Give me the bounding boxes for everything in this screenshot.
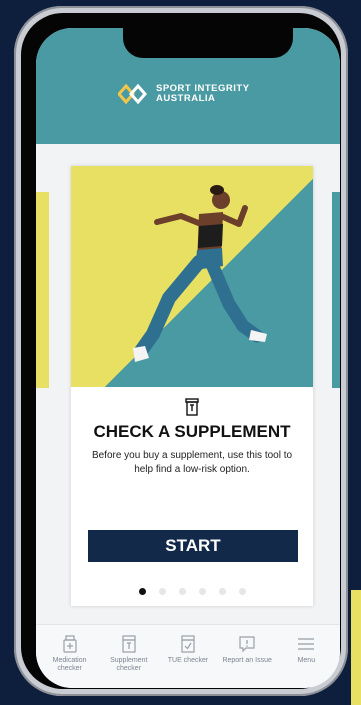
card-description: Before you buy a supplement, use this to… [91,450,293,475]
nav-label: TUE checker [167,657,209,664]
logo-line-2: AUSTRALIA [156,93,216,104]
start-button[interactable]: START [88,530,298,562]
phone-notch [123,28,293,58]
nav-label: Medication checker [52,657,87,672]
supplement-icon [122,635,136,653]
logo-mark-icon [118,84,147,104]
app-screen: SPORT INTEGRITY AUSTRALIA CHECK A SUPPLE… [36,28,340,688]
card-title: CHECK A SUPPLEMENT [93,422,291,441]
athlete-hero-image [71,166,313,387]
tue-checkbox-icon [181,635,195,653]
pagination-dot[interactable] [178,588,186,595]
phone-frame: SPORT INTEGRITY AUSTRALIA CHECK A SUPPLE… [14,6,348,696]
phone-bezel: SPORT INTEGRITY AUSTRALIA CHECK A SUPPLE… [21,13,341,689]
medication-icon [62,635,77,653]
nav-report-issue[interactable]: Report an Issue [219,625,275,688]
hamburger-menu-icon [298,638,315,650]
pagination-dot[interactable] [198,588,206,595]
pagination-dot[interactable] [138,588,146,595]
previous-card-peek[interactable] [36,192,49,388]
supplement-jar-icon [185,398,199,416]
bottom-navigation: Medication checker Supplement checker TU… [36,624,340,688]
pagination-dot[interactable] [158,588,166,595]
nav-label: Report an Issue [222,657,272,664]
sprinter-illustration [133,185,267,362]
next-card-peek[interactable] [332,192,340,388]
nav-medication-checker[interactable]: Medication checker [42,625,98,688]
feature-card: CHECK A SUPPLEMENT Before you buy a supp… [71,166,313,606]
report-issue-icon [239,636,255,653]
nav-supplement-checker[interactable]: Supplement checker [101,625,157,688]
sport-integrity-logo: SPORT INTEGRITY AUSTRALIA [118,84,250,104]
pagination-dot[interactable] [218,588,226,595]
nav-menu[interactable]: Menu [278,625,334,688]
pagination-dot[interactable] [238,588,246,595]
nav-tue-checker[interactable]: TUE checker [160,625,216,688]
nav-label: Supplement checker [110,657,148,672]
carousel-pagination [71,588,313,595]
background-yellow-strip [351,590,361,705]
nav-label: Menu [297,657,316,664]
